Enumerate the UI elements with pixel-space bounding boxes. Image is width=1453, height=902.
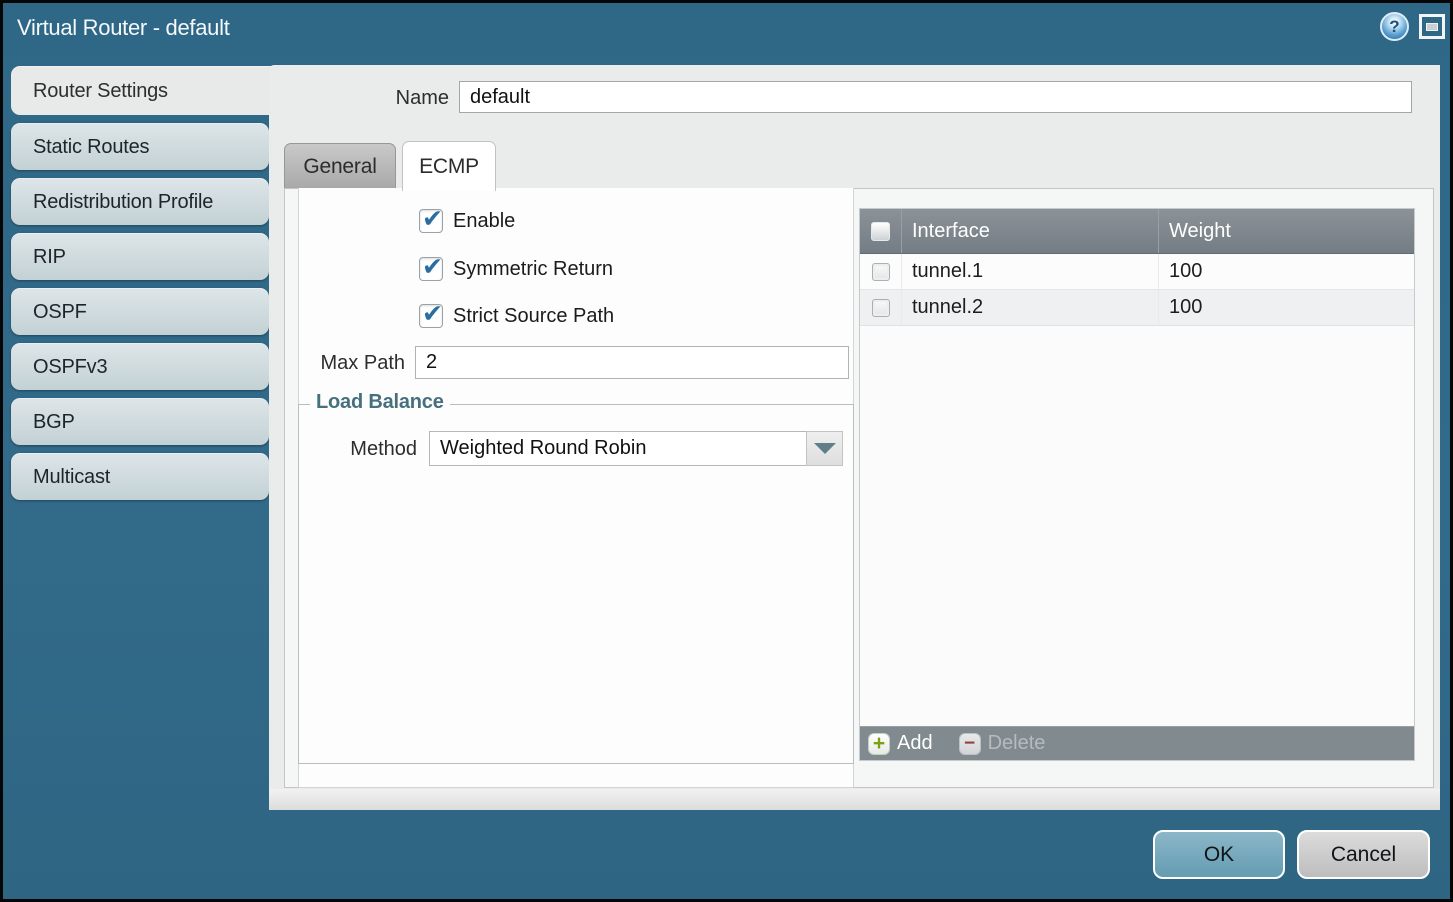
max-path-label: Max Path	[293, 352, 405, 375]
row-checkbox[interactable]	[872, 299, 890, 317]
table-toolbar: + Add − Delete	[860, 726, 1414, 760]
sidebar-item-static-routes[interactable]: Static Routes	[11, 123, 269, 170]
ecmp-tab-panel: Enable Symmetric Return Strict Source Pa…	[284, 188, 1434, 788]
symmetric-return-row: Symmetric Return	[419, 257, 613, 281]
table-header-weight[interactable]: Weight	[1158, 209, 1414, 253]
row-checkbox-cell	[860, 254, 901, 289]
sidebar-item-rip[interactable]: RIP	[11, 233, 269, 280]
ok-button[interactable]: OK	[1153, 830, 1285, 879]
row-interface-value[interactable]: tunnel.1	[901, 254, 1158, 289]
row-checkbox-cell	[860, 290, 901, 325]
sidebar-item-router-settings[interactable]: Router Settings	[11, 66, 287, 115]
minus-icon: −	[959, 733, 981, 755]
method-label: Method	[315, 438, 417, 461]
name-label: Name	[329, 87, 449, 110]
add-button-label: Add	[897, 732, 933, 755]
table-header-interface[interactable]: Interface	[901, 209, 1158, 253]
strict-source-path-checkbox[interactable]	[419, 304, 443, 328]
strict-source-path-row: Strict Source Path	[419, 304, 614, 328]
ecmp-interface-table: Interface Weight tunnel.1 100 tunnel.2 1…	[859, 208, 1415, 761]
ecmp-form-pane: Enable Symmetric Return Strict Source Pa…	[298, 188, 854, 788]
symmetric-return-label: Symmetric Return	[453, 258, 613, 281]
sidebar-item-bgp[interactable]: BGP	[11, 398, 269, 445]
content-panel: Name General ECMP Enable Symmetric Retur…	[269, 65, 1440, 810]
table-row[interactable]: tunnel.2 100	[860, 290, 1414, 326]
enable-row: Enable	[419, 209, 515, 233]
chevron-down-icon	[814, 443, 836, 454]
enable-label: Enable	[453, 210, 515, 233]
table-header-checkbox-cell	[860, 209, 901, 253]
question-mark-glyph: ?	[1389, 17, 1399, 37]
virtual-router-dialog: Virtual Router - default ? Router Settin…	[0, 0, 1453, 902]
row-checkbox[interactable]	[872, 263, 890, 281]
sidebar-item-ospfv3[interactable]: OSPFv3	[11, 343, 269, 390]
load-balance-legend: Load Balance	[310, 391, 450, 414]
symmetric-return-checkbox[interactable]	[419, 257, 443, 281]
strict-source-path-label: Strict Source Path	[453, 305, 614, 328]
enable-checkbox[interactable]	[419, 209, 443, 233]
delete-button-label: Delete	[988, 732, 1046, 755]
load-balance-group: Load Balance Method Weighted Round Robin	[298, 404, 854, 764]
method-dropdown[interactable]: Weighted Round Robin	[429, 431, 807, 466]
max-path-input[interactable]	[415, 346, 849, 379]
help-icon[interactable]: ?	[1380, 12, 1409, 41]
tab-general[interactable]: General	[284, 143, 396, 189]
name-input[interactable]	[459, 81, 1412, 113]
row-weight-value[interactable]: 100	[1158, 290, 1414, 325]
plus-icon: +	[868, 733, 890, 755]
delete-button-disabled[interactable]: − Delete	[959, 732, 1046, 755]
table-header-row: Interface Weight	[860, 209, 1414, 254]
sidebar-nav: Router Settings Static Routes Redistribu…	[11, 66, 269, 508]
table-row[interactable]: tunnel.1 100	[860, 254, 1414, 290]
sidebar-item-multicast[interactable]: Multicast	[11, 453, 269, 500]
add-button[interactable]: + Add	[868, 732, 933, 755]
row-interface-value[interactable]: tunnel.2	[901, 290, 1158, 325]
cancel-button[interactable]: Cancel	[1297, 830, 1430, 879]
select-all-checkbox[interactable]	[871, 222, 890, 241]
restore-window-inner-rect	[1426, 23, 1438, 31]
dialog-title: Virtual Router - default	[17, 15, 230, 41]
restore-window-icon[interactable]	[1419, 14, 1445, 39]
sidebar-item-ospf[interactable]: OSPF	[11, 288, 269, 335]
content-bottom-fade	[269, 789, 1440, 810]
row-weight-value[interactable]: 100	[1158, 254, 1414, 289]
sidebar-item-redistribution-profile[interactable]: Redistribution Profile	[11, 178, 269, 225]
method-dropdown-arrow-button[interactable]	[806, 431, 843, 466]
tab-ecmp[interactable]: ECMP	[402, 141, 496, 191]
